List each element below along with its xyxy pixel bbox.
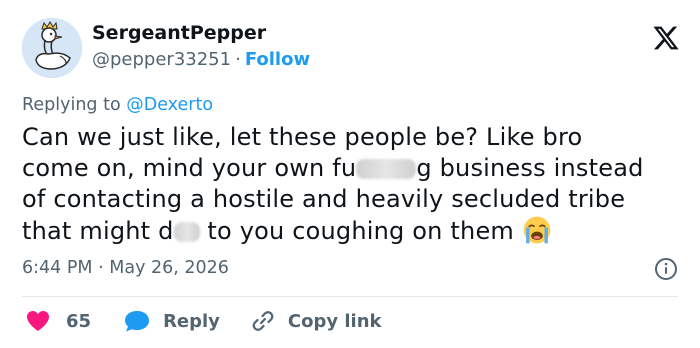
replying-to: Replying to @Dexerto — [22, 95, 213, 115]
handle-row: @pepper33251 · Follow — [92, 49, 310, 70]
loudly-crying-face-emoji — [523, 216, 551, 244]
display-name[interactable]: SergeantPepper — [92, 22, 266, 44]
tweet-line-3: of contacting a hostile and heavily secl… — [22, 185, 626, 213]
tweet-time: 6:44 PM — [22, 258, 93, 278]
timestamp[interactable]: 6:44 PM · May 26, 2026 — [22, 258, 229, 278]
tweet-line-2: come on, mind your own fu g business inst… — [22, 153, 692, 184]
tweet-line-4-start: that might d — [22, 217, 174, 245]
like-button[interactable]: 65 — [26, 310, 91, 332]
separator: · — [98, 258, 104, 278]
tweet-line-1: Can we just like, let these people be? L… — [22, 123, 583, 151]
tweet-line-4-end: to you coughing on them — [199, 217, 514, 245]
copy-link-label: Copy link — [287, 310, 382, 332]
copy-link-button[interactable]: Copy link — [250, 308, 382, 334]
tweet-line-2-end: g business instead — [416, 154, 644, 182]
heart-icon — [27, 311, 49, 331]
action-bar: 65 Reply Copy link — [22, 308, 382, 334]
info-icon[interactable] — [654, 257, 678, 281]
censor-blur — [356, 159, 417, 179]
user-handle[interactable]: @pepper33251 — [92, 49, 231, 70]
reply-bubble-icon — [125, 311, 150, 332]
like-count: 65 — [66, 310, 92, 332]
tweet-line-4: that might d to you coughing on them — [22, 215, 692, 247]
link-icon — [252, 311, 274, 331]
x-logo-icon[interactable] — [652, 24, 680, 52]
follow-button[interactable]: Follow — [245, 49, 310, 70]
censor-blur — [173, 222, 200, 242]
reply-label: Reply — [163, 310, 220, 332]
goose-avatar — [22, 18, 82, 78]
tweet-text: Can we just like, let these people be? L… — [22, 122, 692, 247]
reply-button[interactable]: Reply — [123, 309, 220, 333]
reply-target-link[interactable]: @Dexerto — [126, 95, 213, 115]
separator: · — [235, 49, 241, 70]
tweet-line-2-start: come on, mind your own fu — [22, 154, 357, 182]
tweet-date: May 26, 2026 — [109, 258, 229, 278]
avatar[interactable] — [22, 18, 82, 78]
divider — [22, 296, 678, 297]
replying-to-label: Replying to — [22, 95, 121, 115]
